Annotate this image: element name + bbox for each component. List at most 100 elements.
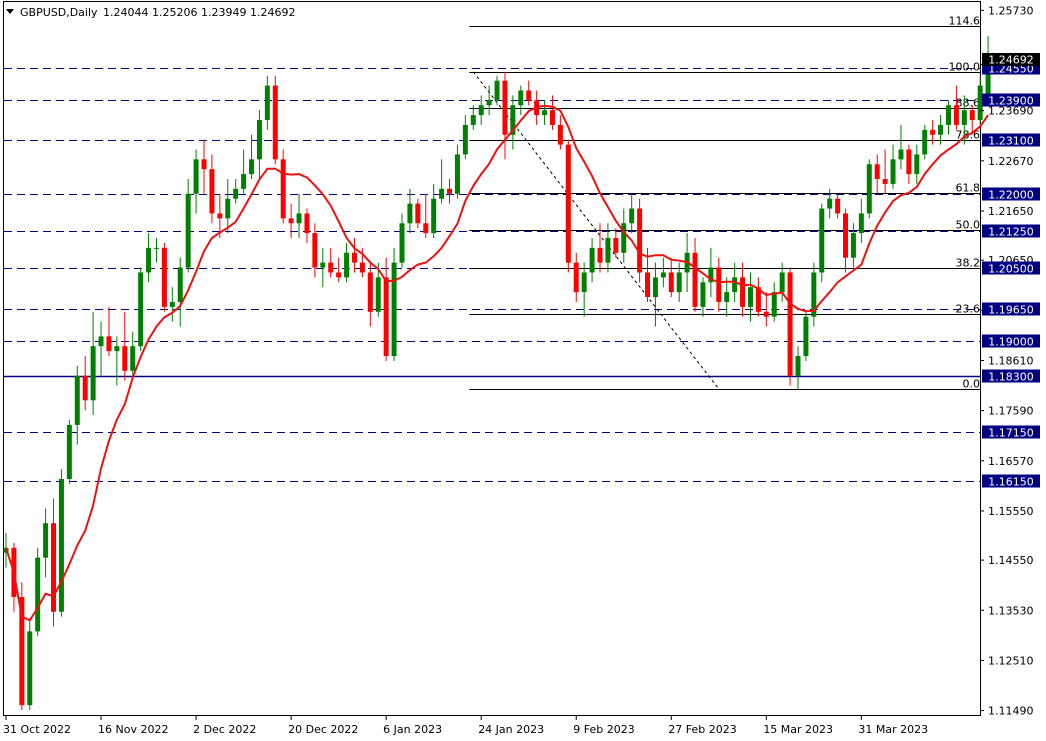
price-tick-label: 1.11490: [988, 705, 1034, 718]
bull-candle: [660, 272, 666, 278]
bear-candle: [288, 218, 294, 224]
fib-level-label: 50.0: [956, 219, 981, 232]
bear-candle: [526, 90, 532, 101]
bull-candle: [977, 85, 983, 121]
price-tick-label: 1.22670: [988, 155, 1034, 168]
bear-candle: [930, 129, 936, 135]
price-axis[interactable]: 1.257301.246301.236901.226701.216501.206…: [980, 4, 1034, 718]
bull-candle: [803, 316, 809, 357]
date-tick-label: 9 Feb 2023: [573, 723, 634, 736]
price-tick-label: 1.21650: [988, 205, 1034, 218]
bear-candle: [51, 523, 57, 612]
bull-candle: [193, 159, 199, 194]
bear-candle: [637, 208, 643, 273]
bull-candle: [938, 124, 944, 135]
bear-candle: [969, 110, 975, 121]
bull-candle: [249, 159, 255, 175]
bear-candle: [906, 149, 912, 175]
price-chart[interactable]: 114.6100.088.678.661.850.038.223.60.0 1.…: [0, 0, 1046, 741]
date-tick-label: 27 Feb 2023: [668, 723, 736, 736]
bull-candle: [652, 277, 658, 298]
bear-candle: [668, 272, 674, 293]
bear-candle: [312, 233, 318, 268]
bull-candle: [914, 154, 920, 175]
bear-candle: [272, 85, 278, 160]
bull-candle: [130, 346, 136, 371]
bull-candle: [866, 164, 872, 214]
bear-candle: [161, 247, 167, 307]
bull-candle: [629, 208, 635, 224]
bull-candle: [296, 213, 302, 224]
fib-level-label: 114.6: [949, 15, 981, 28]
bull-candle: [264, 85, 270, 121]
level-tag-label: 1.23100: [988, 134, 1034, 147]
chart-header: GBPUSD,Daily 1.24044 1.25206 1.23949 1.2…: [6, 6, 295, 19]
date-tick-label: 15 Mar 2023: [763, 723, 833, 736]
bear-candle: [367, 272, 373, 312]
fib-level-label: 61.8: [956, 182, 981, 195]
bull-candle: [747, 287, 753, 307]
bull-candle: [138, 272, 144, 347]
bear-candle: [336, 272, 342, 278]
date-tick-label: 24 Jan 2023: [478, 723, 544, 736]
bull-candle: [407, 203, 413, 224]
bull-candle: [98, 336, 104, 347]
bull-candle: [470, 115, 476, 125]
date-axis[interactable]: 31 Oct 2022 16 Nov 2022 2 Dec 2022 20 Dec 2…: [3, 715, 928, 736]
bull-candle: [256, 120, 262, 160]
price-tick-label: 1.12510: [988, 654, 1034, 667]
bull-candle: [241, 174, 247, 189]
bull-candle: [146, 247, 152, 273]
bear-candle: [835, 198, 841, 214]
level-tag-label: 1.20500: [988, 262, 1034, 275]
bull-candle: [43, 523, 49, 558]
bull-candle: [890, 159, 896, 184]
bull-candle: [90, 346, 96, 401]
bear-candle: [787, 272, 793, 376]
bull-candle: [58, 478, 64, 612]
symbol-label: GBPUSD,Daily: [20, 6, 98, 19]
bull-candle: [233, 188, 239, 199]
bull-candle: [819, 208, 825, 273]
bear-candle: [209, 169, 215, 214]
bull-candle: [827, 198, 833, 209]
bear-candle: [304, 213, 310, 234]
bear-candle: [359, 262, 365, 273]
fib-level-label: 88.6: [956, 97, 981, 110]
bear-candle: [502, 80, 508, 135]
bull-candle: [700, 282, 706, 307]
ohlc-readout: 1.24044 1.25206 1.23949 1.24692: [103, 6, 295, 19]
bull-candle: [621, 223, 627, 253]
level-tag-label: 1.22000: [988, 188, 1034, 201]
bull-candle: [478, 105, 484, 116]
bull-candle: [225, 198, 231, 219]
bull-candle: [494, 80, 500, 101]
level-tag-label: 1.19000: [988, 335, 1034, 348]
date-tick-label: 31 Mar 2023: [858, 723, 928, 736]
bull-candle: [114, 346, 120, 352]
bull-candle: [169, 301, 175, 307]
bear-candle: [106, 336, 112, 352]
bull-candle: [454, 154, 460, 194]
bull-candle: [399, 223, 405, 263]
level-tag-label: 1.16150: [988, 475, 1034, 488]
bull-candle: [605, 238, 611, 263]
bull-candle: [462, 124, 468, 155]
fib-level-label: 38.2: [956, 257, 981, 270]
bull-candle: [518, 90, 524, 106]
bear-candle: [549, 110, 555, 125]
level-tag-label: 1.18300: [988, 370, 1034, 383]
bull-candle: [676, 272, 682, 293]
bear-candle: [447, 188, 453, 194]
bull-candle: [74, 375, 80, 425]
price-tick-label: 1.15550: [988, 505, 1034, 518]
bull-candle: [858, 213, 864, 234]
level-tag-label: 1.17150: [988, 426, 1034, 439]
bull-candle: [153, 247, 159, 249]
fib-level-label: 100.0: [949, 61, 981, 74]
bull-candle: [27, 631, 33, 706]
bull-candle: [771, 292, 777, 317]
bear-candle: [597, 247, 603, 263]
price-tick-label: 1.18610: [988, 354, 1034, 367]
date-tick-label: 6 Jan 2023: [383, 723, 442, 736]
